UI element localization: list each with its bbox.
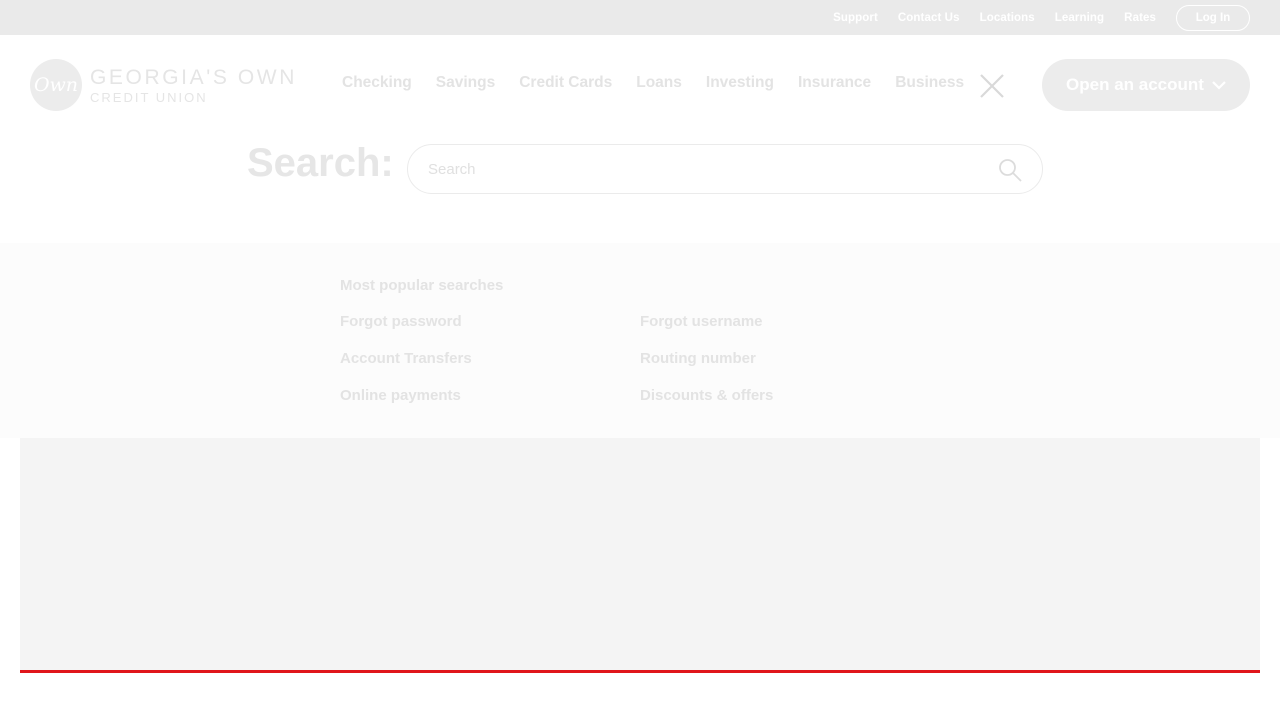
utility-link-rates[interactable]: Rates <box>1124 12 1156 24</box>
logo[interactable]: Own GEORGIA'S OWN CREDIT UNION <box>30 59 297 111</box>
open-account-label: Open an account <box>1066 75 1204 94</box>
nav-item-loans[interactable]: Loans <box>624 74 694 92</box>
nav-item-checking[interactable]: Checking <box>330 74 424 92</box>
search-box <box>407 144 1043 194</box>
search-input[interactable] <box>428 145 988 193</box>
popular-link-routing-number[interactable]: Routing number <box>640 350 756 367</box>
main-nav: Checking Savings Credit Cards Loans Inve… <box>330 74 976 92</box>
login-button[interactable]: Log In <box>1176 4 1250 31</box>
popular-link-account-transfers[interactable]: Account Transfers <box>340 350 472 367</box>
utility-link-learning[interactable]: Learning <box>1055 12 1104 24</box>
popular-link-online-payments[interactable]: Online payments <box>340 387 461 404</box>
utility-link-locations[interactable]: Locations <box>980 12 1035 24</box>
nav-item-savings[interactable]: Savings <box>424 74 507 92</box>
logo-line2: CREDIT UNION <box>90 89 208 105</box>
search-icon[interactable] <box>998 158 1022 182</box>
popular-link-discounts-offers[interactable]: Discounts & offers <box>640 387 773 404</box>
popular-searches-panel: Most popular searches Forgot password Fo… <box>0 243 1280 438</box>
logo-text: GEORGIA'S OWN CREDIT UNION <box>90 67 297 104</box>
accent-divider <box>20 670 1260 673</box>
nav-item-credit-cards[interactable]: Credit Cards <box>507 74 624 92</box>
utility-bar: Support Contact Us Locations Learning Ra… <box>0 0 1280 35</box>
utility-link-contact-us[interactable]: Contact Us <box>898 12 960 24</box>
search-heading: Search: <box>247 141 394 185</box>
hero-placeholder <box>20 438 1260 670</box>
close-icon[interactable] <box>978 72 1006 100</box>
nav-item-business[interactable]: Business <box>883 74 976 92</box>
utility-link-support[interactable]: Support <box>833 12 878 24</box>
popular-link-forgot-username[interactable]: Forgot username <box>640 313 763 330</box>
open-account-button[interactable]: Open an account <box>1042 59 1250 111</box>
logo-line1: GEORGIA'S OWN <box>90 65 297 89</box>
utility-links: Support Contact Us Locations Learning Ra… <box>813 0 1250 35</box>
site-header: Own GEORGIA'S OWN CREDIT UNION Checking … <box>0 35 1280 135</box>
popular-link-forgot-password[interactable]: Forgot password <box>340 313 462 330</box>
popular-searches-title: Most popular searches <box>340 277 504 294</box>
nav-item-investing[interactable]: Investing <box>694 74 786 92</box>
logo-mark: Own <box>30 59 82 111</box>
chevron-down-icon <box>1212 81 1226 90</box>
nav-item-insurance[interactable]: Insurance <box>786 74 883 92</box>
